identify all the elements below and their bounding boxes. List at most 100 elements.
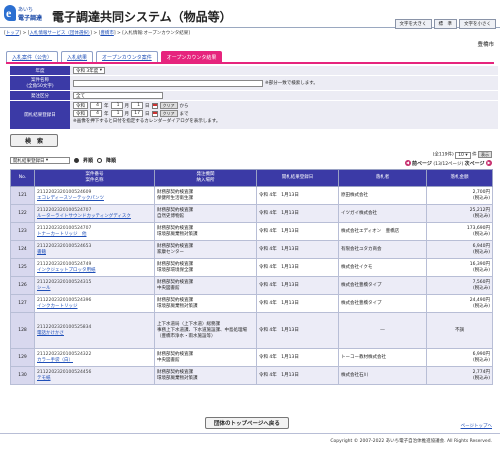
table-row: 125 2112202320100524749 インクジェットプロッタ用紙 財務部契約… (10, 258, 493, 277)
next-arrow-icon[interactable]: ▶ (486, 160, 492, 166)
back-to-group-top-button[interactable]: 団体のトップページへ戻る (205, 417, 289, 429)
row-bidder: 株式会社豊橋タイプ (338, 276, 427, 295)
case-name-input[interactable] (73, 79, 263, 87)
row-case: 2112202320100524609 エコレディースソーテックパンツ (34, 186, 155, 205)
order-type-select[interactable]: 全て (73, 92, 163, 99)
sort-bar: 開札結果登録日 ▾ 昇順 降順 (10, 157, 116, 164)
row-bidder: トーコー教材株式会社 (338, 348, 427, 367)
row-dept: 財務部契約検査課 家康センター (154, 240, 257, 259)
row-amount: 25,212円 (税込み) (426, 204, 493, 223)
to-day-input[interactable]: 17 (131, 110, 143, 117)
logo-top-text: あいち (18, 7, 34, 13)
prev-page-link[interactable]: 前ページ (412, 161, 432, 167)
row-bidder: ― (338, 312, 427, 349)
case-name-link[interactable]: カラー手袋（白） (37, 358, 152, 364)
table-row: 126 2112202320100524315 シール 財務部契約検査課 中央図書館 令和… (10, 276, 493, 295)
row-no: 122 (10, 204, 35, 223)
year-label: 年度 (10, 66, 70, 75)
row-dept: 財務部契約検査課 自然史博物館 (154, 204, 257, 223)
row-amount: 6,990円 (税込み) (426, 348, 493, 367)
from-day-input[interactable]: 1 (131, 102, 143, 109)
case-name-link[interactable]: エコレディースソーテックパンツ (37, 196, 152, 202)
col-date: 開札結果登録日 (256, 169, 339, 187)
from-era-select[interactable]: 令和 (73, 102, 88, 109)
col-dept: 発注機関 納入場所 (154, 169, 257, 187)
case-name-link[interactable]: 電話かけかさ (37, 331, 152, 337)
prev-arrow-icon[interactable]: ◀ (404, 160, 411, 166)
sort-asc-radio[interactable] (74, 158, 79, 163)
tab-underline (6, 62, 494, 64)
page-info: (13/12ページ) (433, 161, 464, 167)
breadcrumb-current: 入札情報:オープンカウンタ結果 (124, 31, 189, 36)
row-amount: 2,774円 (税込み) (426, 366, 493, 385)
case-name-hint: ※部分一致で検索します。 (265, 81, 318, 86)
app-title: 電子調達共同システム（物品等） (52, 10, 232, 24)
row-date: 令和 4年 1月13日 (256, 276, 339, 295)
case-name-link[interactable]: トナーカートリッジ 他 (37, 232, 152, 238)
row-amount: 6,940円 (税込み) (426, 240, 493, 259)
case-name-link[interactable]: テモ紙 (37, 376, 152, 382)
breadcrumb-top[interactable]: トップ (6, 31, 20, 36)
from-calendar-icon[interactable] (151, 102, 158, 109)
case-name-link[interactable]: ルーターライトサウンドカッティングディスク (37, 214, 152, 220)
from-year-input[interactable]: 4 (90, 102, 102, 109)
row-case: 2112202320100524456 テモ紙 (34, 366, 155, 385)
logo-mark-icon: e (4, 5, 16, 21)
to-era-select[interactable]: 令和 (73, 110, 88, 117)
case-name-label: 案件名称 (全角50文字) (10, 76, 70, 90)
case-name-link[interactable]: シール (37, 286, 152, 292)
row-dept: 財務部契約検査課 環境部廃棄物対策課 (154, 366, 257, 385)
case-name-link[interactable]: 書籍 (37, 250, 152, 256)
header: e あいち 電子調達 電子調達共同システム（物品等） 文字を大きく 標 準 文字… (0, 0, 500, 29)
col-case: 案件番号 案件名称 (34, 169, 155, 187)
row-no: 123 (10, 222, 35, 241)
row-bidder: 有限会社ユタカ商会 (338, 240, 427, 259)
row-amount: 173,690円 (税込み) (426, 222, 493, 241)
row-date: 令和 4年 1月13日 (256, 312, 339, 349)
date-row: 開札結果登録日 令和 4年 1月 1日 クリア から 令和 4年 1月 17 日 … (10, 101, 498, 130)
row-no: 125 (10, 258, 35, 277)
table-row: 123 2112202320100524707 トナーカートリッジ 他財務部契約検査… (10, 222, 493, 241)
font-size-controls: 文字を大きく 標 準 文字を小さく (394, 19, 496, 29)
row-amount: 不調 (426, 312, 493, 349)
sort-select[interactable]: 開札結果登録日 ▾ (10, 157, 70, 164)
to-clear-button[interactable]: クリア (159, 110, 178, 117)
breadcrumb-city[interactable]: 豊橋市 (100, 31, 114, 36)
row-date: 令和 4年 1月13日 (256, 222, 339, 241)
next-page-link[interactable]: 次ページ (465, 161, 485, 167)
footer: Copyright © 2007-2022 あいち電子自治体推進協議会. All… (0, 433, 500, 450)
font-small-button[interactable]: 文字を小さく (459, 19, 496, 29)
to-month-input[interactable]: 1 (110, 110, 123, 117)
row-case: 2112202320100524322 カラー手袋（白） (34, 348, 155, 367)
breadcrumb: [トップ] > [入札情報サービス（団体選択）] > [豊橋市] > [入札情報… (4, 31, 191, 36)
case-name-link[interactable]: インクジェットプロッタ用紙 (37, 268, 152, 274)
to-year-input[interactable]: 4 (90, 110, 102, 117)
sort-desc-radio[interactable] (97, 158, 103, 163)
row-date: 令和 4年 1月13日 (256, 186, 339, 205)
site-logo[interactable]: e あいち 電子調達 (4, 5, 48, 23)
pager: (全119件) 10 ▾ 件 表示 ◀ 前ページ (13/12ページ) 次ページ… (404, 151, 492, 167)
from-clear-button[interactable]: クリア (159, 102, 178, 109)
case-name-link[interactable]: インクカートリッジ (37, 304, 152, 310)
page-top-link[interactable]: ページトップへ (461, 423, 492, 429)
font-large-button[interactable]: 文字を大きく (394, 19, 432, 29)
breadcrumb-group-select[interactable]: 入札情報サービス（団体選択） (29, 31, 90, 36)
row-date: 令和 4年 1月13日 (256, 240, 339, 259)
search-button[interactable]: 検 索 (10, 134, 59, 147)
row-bidder: イツガイ株式会社 (338, 204, 427, 223)
row-no: 128 (10, 312, 35, 349)
font-normal-button[interactable]: 標 準 (433, 19, 457, 29)
from-month-input[interactable]: 1 (110, 102, 123, 109)
show-button[interactable]: 表示 (478, 151, 492, 158)
row-date: 令和 4年 1月13日 (256, 348, 339, 367)
year-select[interactable]: 令和 3年度 ▾ (73, 67, 105, 74)
per-page-select[interactable]: 10 ▾ (455, 152, 471, 159)
row-case: 2112202320100524749 インクジェットプロッタ用紙 (34, 258, 155, 277)
table-row: 128 2112202320100525834 電話かけかさ 上下水道局（上下水道）総… (10, 312, 493, 349)
to-calendar-icon[interactable] (151, 110, 158, 117)
row-no: 127 (10, 294, 35, 313)
row-no: 124 (10, 240, 35, 259)
row-date: 令和 4年 1月13日 (256, 366, 339, 385)
order-type-label: 発注区分 (10, 91, 70, 100)
copyright: Copyright © 2007-2022 あいち電子自治体推進協議会. All… (330, 439, 492, 444)
